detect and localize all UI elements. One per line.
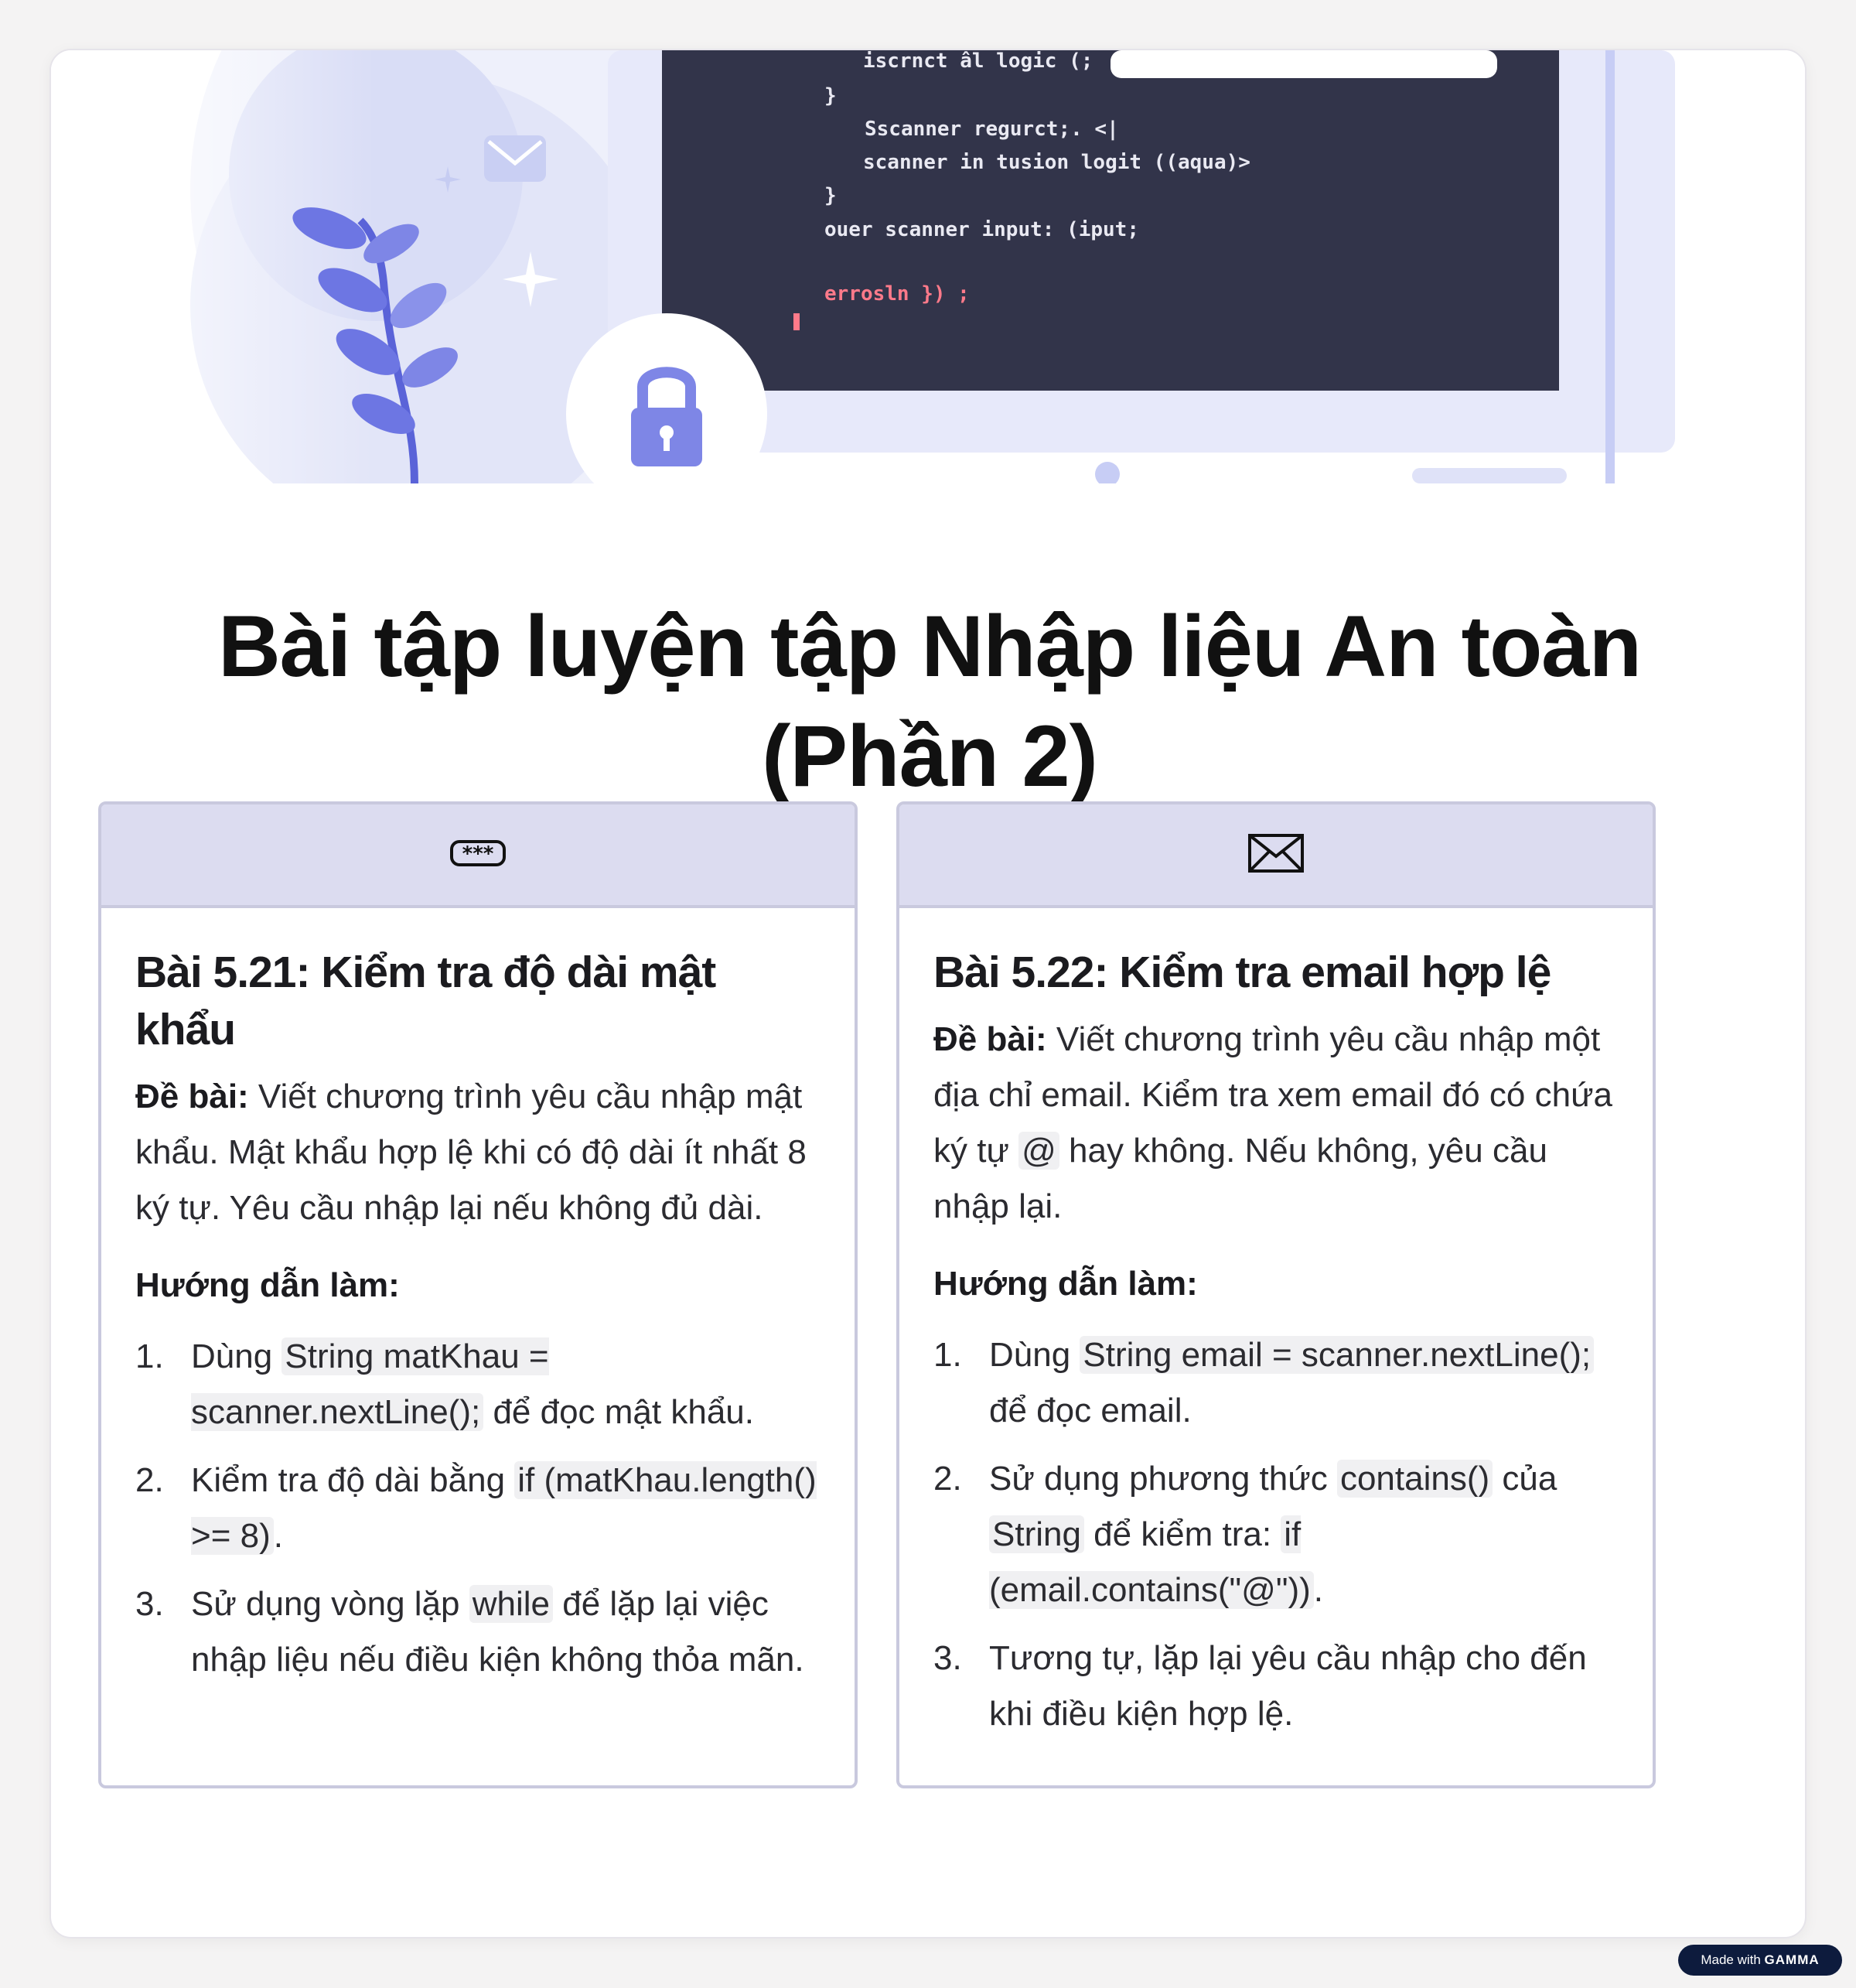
code-line: iscrnct âl logic (; (863, 50, 1093, 73)
list-item: 2. Kiểm tra độ dài bằng if (matKhau.leng… (135, 1453, 821, 1564)
inline-code: while (469, 1585, 553, 1623)
step-text: Kiểm tra độ dài bằng (191, 1461, 515, 1499)
step-text: Dùng (191, 1337, 282, 1375)
inline-code: String email = scanner.nextLine(); (1080, 1336, 1595, 1374)
step-number: 3. (135, 1585, 164, 1623)
hero-illustration: iscrnct âl logic (; } Sscanner regurct;.… (51, 50, 1805, 483)
step-text: để kiểm tra: (1083, 1515, 1281, 1553)
step-text: Sử dụng vòng lặp (191, 1585, 469, 1623)
step-text: để đọc email. (989, 1392, 1192, 1430)
inline-code: @ (1018, 1132, 1059, 1170)
code-line: } (824, 84, 837, 108)
card-prompt: Đề bài: Viết chương trình yêu cầu nhập m… (933, 1012, 1619, 1235)
exercise-card-email: Bài 5.22: Kiểm tra email hợp lệ Đề bài: … (896, 801, 1656, 1788)
step-number: 1. (135, 1337, 164, 1375)
list-item: 3. Sử dụng vòng lặp while để lặp lại việ… (135, 1576, 821, 1688)
list-item: 3. Tương tự, lặp lại yêu cầu nhập cho đế… (933, 1631, 1619, 1742)
prompt-label: Đề bài: (135, 1078, 249, 1115)
badge-prefix: Made with (1701, 1952, 1761, 1967)
step-number: 1. (933, 1336, 962, 1374)
prompt-label: Đề bài: (933, 1020, 1047, 1058)
code-line: ouer scanner input: (iput; (824, 218, 1139, 241)
envelope-icon (1247, 833, 1305, 877)
card-header: *** (101, 804, 855, 908)
made-with-gamma-badge[interactable]: Made with GAMMA (1678, 1945, 1842, 1976)
step-text: Tương tự, lặp lại yêu cầu nhập cho đến k… (989, 1639, 1587, 1733)
card-prompt: Đề bài: Viết chương trình yêu cầu nhập m… (135, 1069, 821, 1236)
code-line: scanner in tusion logit ((aqua)> (863, 151, 1250, 174)
code-line: } (824, 184, 837, 207)
inline-code: contains() (1336, 1460, 1493, 1498)
steps-list: 1. Dùng String email = scanner.nextLine(… (933, 1327, 1619, 1742)
title-line-1: Bài tập luyện tập Nhập liệu An toàn (217, 598, 1642, 695)
step-number: 2. (135, 1461, 164, 1499)
card-header (899, 804, 1653, 908)
svg-text:***: *** (462, 842, 494, 866)
password-icon: *** (449, 839, 507, 871)
step-text: Dùng (989, 1336, 1080, 1374)
steps-list: 1. Dùng String matKhau = scanner.nextLin… (135, 1329, 821, 1688)
step-number: 2. (933, 1460, 962, 1498)
list-item: 1. Dùng String email = scanner.nextLine(… (933, 1327, 1619, 1439)
title-line-2: (Phần 2) (762, 708, 1098, 804)
list-item: 1. Dùng String matKhau = scanner.nextLin… (135, 1329, 821, 1440)
step-text: . (1313, 1571, 1323, 1609)
card-heading: Bài 5.21: Kiểm tra độ dài mật khẩu (135, 948, 716, 1054)
step-text: để đọc mật khẩu. (483, 1393, 754, 1431)
step-number: 3. (933, 1639, 962, 1677)
hero-image: iscrnct âl logic (; } Sscanner regurct;.… (51, 50, 1805, 483)
code-line: Sscanner regurct;. <| (865, 118, 1119, 141)
step-text: . (273, 1517, 283, 1555)
list-item: 2. Sử dụng phương thức contains() của St… (933, 1451, 1619, 1618)
inline-code: String (989, 1515, 1084, 1553)
code-line: errosln }) ; (824, 282, 970, 306)
step-text: Sử dụng phương thức (989, 1460, 1337, 1498)
step-text: của (1493, 1460, 1557, 1498)
gamma-logo: GAMMA (1764, 1952, 1820, 1967)
card-heading: Bài 5.22: Kiểm tra email hợp lệ (933, 948, 1551, 997)
exercise-card-password: *** Bài 5.21: Kiểm tra độ dài mật khẩu Đ… (98, 801, 858, 1788)
guide-label: Hướng dẫn làm: (933, 1265, 1198, 1303)
guide-label: Hướng dẫn làm: (135, 1266, 400, 1304)
page-title: Bài tập luyện tập Nhập liệu An toàn (Phầ… (51, 592, 1805, 811)
